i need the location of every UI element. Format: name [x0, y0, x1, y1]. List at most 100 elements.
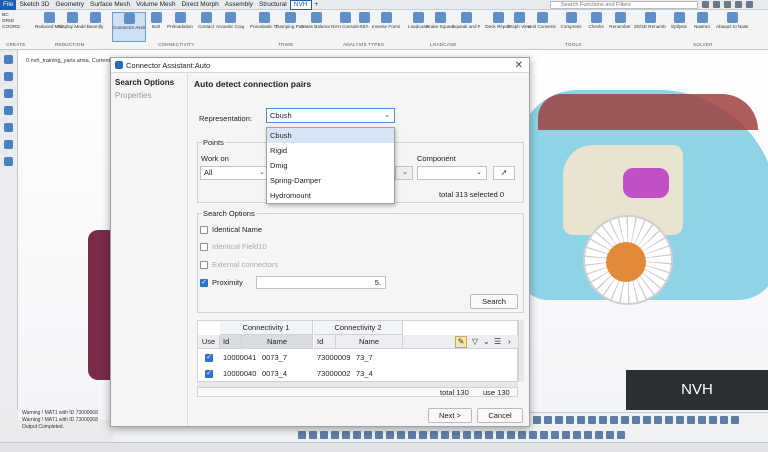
display-icon[interactable] — [606, 431, 614, 439]
chevron-right-icon[interactable]: › — [508, 337, 511, 346]
display-icon[interactable] — [419, 431, 427, 439]
view-icon[interactable] — [687, 416, 695, 424]
display-icon[interactable] — [474, 431, 482, 439]
view-icon[interactable] — [665, 416, 673, 424]
tool-epilysis[interactable]: Epilysis — [668, 12, 690, 29]
display-icon[interactable] — [331, 431, 339, 439]
search-button[interactable]: Search — [470, 294, 518, 309]
pick-component-button[interactable]: ➚ — [493, 166, 515, 180]
display-icon[interactable] — [551, 431, 559, 439]
view-icon[interactable] — [544, 416, 552, 424]
minimize-icon[interactable] — [724, 1, 731, 8]
menu-tab-structural[interactable]: Structural — [256, 0, 290, 10]
display-icon[interactable] — [452, 431, 460, 439]
settings-icon[interactable] — [702, 1, 709, 8]
columns-icon[interactable]: ☰ — [494, 337, 501, 346]
identical-name-checkbox[interactable] — [200, 225, 208, 234]
id2-column-header[interactable]: Id — [314, 335, 336, 349]
grid-icon[interactable] — [4, 140, 13, 149]
tree-icon[interactable] — [4, 106, 13, 115]
menu-tab-add[interactable]: + — [312, 0, 322, 10]
close-icon[interactable] — [746, 1, 753, 8]
table-vertical-scrollbar[interactable] — [518, 320, 524, 382]
view-icon[interactable] — [654, 416, 662, 424]
tool-nastran[interactable]: Nastran — [690, 12, 714, 29]
display-icon[interactable] — [441, 431, 449, 439]
view-icon[interactable] — [610, 416, 618, 424]
option-rigid[interactable]: Rigid — [267, 143, 394, 158]
tool-porcelastic-trim[interactable]: Porcelastic Trim — [250, 12, 278, 29]
row-use-checkbox[interactable]: ✓ — [205, 370, 213, 378]
display-icon[interactable] — [518, 431, 526, 439]
option-dmig[interactable]: Dmig — [267, 158, 394, 173]
display-icon[interactable] — [430, 431, 438, 439]
menu-tab-sketch3d[interactable]: Sketch 3D — [16, 0, 52, 10]
info-icon[interactable] — [713, 1, 720, 8]
gear-icon[interactable] — [4, 157, 13, 166]
tool-bolt[interactable]: Bolt — [146, 12, 166, 29]
menu-tab-volume-mesh[interactable]: Volume Mesh — [133, 0, 178, 10]
display-icon[interactable] — [485, 431, 493, 439]
view-icon[interactable] — [566, 416, 574, 424]
proximity-input[interactable]: 5. — [256, 276, 386, 289]
cancel-button[interactable]: Cancel — [477, 408, 523, 423]
view-icon[interactable] — [720, 416, 728, 424]
menu-tab-assembly[interactable]: Assembly — [222, 0, 256, 10]
display-icon[interactable] — [584, 431, 592, 439]
view-icon[interactable] — [577, 416, 585, 424]
display-icon[interactable] — [463, 431, 471, 439]
nav-search-options[interactable]: Search Options — [111, 74, 187, 91]
use-column-header[interactable]: Use — [198, 335, 220, 349]
tool-preloadation[interactable]: Preloadation — [166, 12, 194, 29]
close-icon[interactable]: ✕ — [515, 58, 523, 73]
display-icon[interactable] — [507, 431, 515, 439]
menu-tab-nvh[interactable]: NVH — [289, 0, 312, 10]
view-icon[interactable] — [588, 416, 596, 424]
id1-column-header[interactable]: Id — [220, 335, 242, 349]
tool-brake-squeal[interactable]: Brake Squeal — [426, 12, 454, 29]
maximize-icon[interactable] — [735, 1, 742, 8]
menu-tab-geometry[interactable]: Geometry — [52, 0, 87, 10]
filter-icon[interactable]: ▽ — [472, 337, 478, 346]
menu-tab-file[interactable]: File — [0, 0, 17, 10]
name2-column-header[interactable]: Name — [336, 335, 403, 349]
view-icon[interactable] — [533, 416, 541, 424]
chevron-down-icon[interactable]: ⌄ — [483, 337, 490, 346]
display-icon[interactable] — [617, 431, 625, 439]
display-icon[interactable] — [375, 431, 383, 439]
tool-inverse-forming[interactable]: Inverse Forming — [372, 12, 400, 29]
next-button[interactable]: Next > — [428, 408, 472, 423]
display-icon[interactable] — [540, 431, 548, 439]
view-icon[interactable] — [621, 416, 629, 424]
proximity-option[interactable]: ✓ Proximity — [200, 278, 243, 287]
nav-properties[interactable]: Properties — [111, 91, 187, 104]
display-icon[interactable] — [562, 431, 570, 439]
display-icon[interactable] — [386, 431, 394, 439]
edit-icon[interactable] — [4, 123, 13, 132]
display-icon[interactable] — [342, 431, 350, 439]
layers-icon[interactable] — [4, 89, 13, 98]
display-icon[interactable] — [320, 431, 328, 439]
display-icon[interactable] — [364, 431, 372, 439]
tool-acoustic-coupling[interactable]: Acoustic Coupling — [216, 12, 244, 29]
component-select[interactable]: ⌄ — [417, 166, 487, 180]
view-icon[interactable] — [643, 416, 651, 424]
work-on-select[interactable]: All ⌄ — [200, 166, 270, 180]
select-icon[interactable] — [4, 55, 13, 64]
option-cbush[interactable]: Cbush — [267, 128, 394, 143]
display-icon[interactable] — [353, 431, 361, 439]
tool-abaqus-to-nastran[interactable]: Abaqus to Nastran — [716, 12, 748, 29]
tool-damping-patch[interactable]: Damping Patch — [276, 12, 304, 29]
name1-column-header[interactable]: Name — [242, 335, 313, 349]
display-icon[interactable] — [298, 431, 306, 439]
view-icon[interactable] — [555, 416, 563, 424]
view-icon[interactable] — [698, 416, 706, 424]
tool-squeak-rattle[interactable]: Squeak and Rattle — [452, 12, 480, 29]
display-icon[interactable] — [397, 431, 405, 439]
list-icon[interactable] — [4, 72, 13, 81]
tool-mass-balance[interactable]: Mass Balance — [302, 12, 330, 29]
menu-tab-direct-morph[interactable]: Direct Morph — [179, 0, 222, 10]
view-icon[interactable] — [632, 416, 640, 424]
search-functions-input[interactable]: Search Functions and Filters — [550, 1, 698, 9]
proximity-checkbox[interactable]: ✓ — [200, 278, 208, 287]
